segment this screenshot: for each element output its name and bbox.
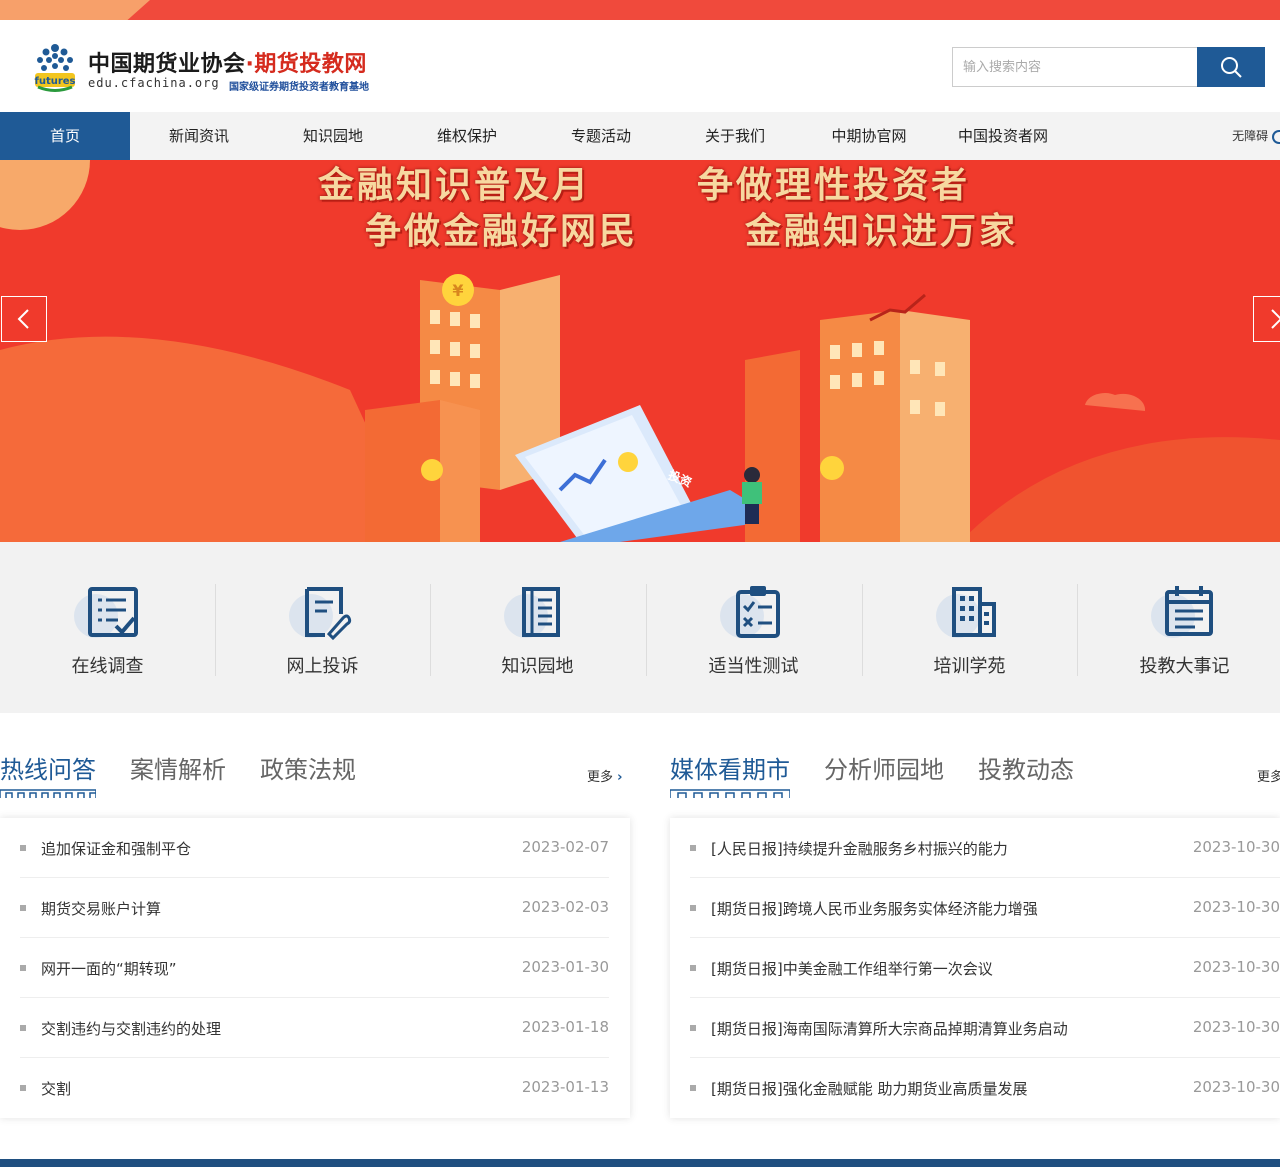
site-header: futures 中国期货业协会·期货投教网 edu.cfachina.org 国… <box>0 20 1280 112</box>
list-item-title[interactable]: 追加保证金和强制平仓 <box>41 838 191 859</box>
list-item-title[interactable]: [人民日报]持续提升金融服务乡村振兴的能力 <box>711 838 1008 859</box>
list-item[interactable]: [期货日报]中美金融工作组举行第一次会议 2023-10-30 <box>690 938 1280 998</box>
top-accent-bar <box>0 0 1280 20</box>
banner-prev-button[interactable] <box>1 296 47 342</box>
service-label: 在线调查 <box>71 656 144 677</box>
list-item-date: 2023-01-30 <box>521 958 609 976</box>
tab-underline-pattern <box>670 789 790 798</box>
checklist-icon <box>719 586 780 638</box>
list-item-date: 2023-10-30 <box>1192 958 1280 976</box>
service-milestones[interactable]: 投教大事记 <box>1077 584 1280 677</box>
list-item[interactable]: [期货日报]跨境人民币业务服务实体经济能力增强 2023-10-30 <box>690 878 1280 938</box>
complaint-icon <box>288 587 351 641</box>
calendar-icon <box>1150 586 1213 638</box>
nav-item-knowledge[interactable]: 知识园地 <box>268 112 398 160</box>
main-nav: 首页 新闻资讯 知识园地 维权保护 专题活动 关于我们 中期协官网 中国投资者网… <box>0 112 1280 160</box>
search-icon <box>1221 57 1242 78</box>
list-item-title[interactable]: [期货日报]跨境人民币业务服务实体经济能力增强 <box>711 898 1038 919</box>
service-label: 知识园地 <box>501 656 574 677</box>
list-item-title[interactable]: 交割 <box>41 1078 71 1099</box>
banner-next-button[interactable] <box>1253 296 1280 342</box>
nav-item-news[interactable]: 新闻资讯 <box>134 112 264 160</box>
book-icon <box>503 587 560 638</box>
list-item-title[interactable]: [期货日报]海南国际清算所大宗商品掉期清算业务启动 <box>711 1018 1068 1039</box>
chevron-left-icon <box>17 309 29 329</box>
tab-case-analysis[interactable]: 案情解析 <box>130 750 226 785</box>
service-knowledge[interactable]: 知识园地 <box>430 584 645 677</box>
list-item-date: 2023-02-07 <box>521 838 609 856</box>
tab-media-view[interactable]: 媒体看期市 <box>670 750 790 785</box>
logo-subtitle: 国家级证券期货投资者教育基地 <box>229 82 369 93</box>
list-item-date: 2023-10-30 <box>1192 838 1280 856</box>
banner-headline-left-2: 争做金融好网民 <box>365 211 639 252</box>
logo-url: edu.cfachina.org <box>88 76 220 90</box>
footer-bar <box>0 1159 1280 1167</box>
logo-mark-icon: futures <box>34 44 76 92</box>
svg-text:¥: ¥ <box>452 281 463 300</box>
list-item-title[interactable]: [期货日报]强化金融赋能 助力期货业高质量发展 <box>711 1078 1027 1099</box>
nav-item-cfa-official[interactable]: 中期协官网 <box>804 112 934 160</box>
tab-policy-law[interactable]: 政策法规 <box>260 750 356 785</box>
search-button[interactable] <box>1197 47 1265 87</box>
list-item-date: 2023-01-13 <box>521 1078 609 1096</box>
search-box <box>952 47 1265 87</box>
chevron-right-icon <box>1271 309 1280 329</box>
list-item[interactable]: 期货交易账户计算 2023-02-03 <box>20 878 609 938</box>
nav-item-activities[interactable]: 专题活动 <box>536 112 666 160</box>
list-item-title[interactable]: 交割违约与交割违约的处理 <box>41 1018 221 1039</box>
list-item[interactable]: 交割违约与交割违约的处理 2023-01-18 <box>20 998 609 1058</box>
service-label: 适当性测试 <box>708 656 799 677</box>
nav-item-investor-net[interactable]: 中国投资者网 <box>938 112 1068 160</box>
banner-illustration: ¥ <box>0 160 1280 542</box>
list-item[interactable]: 追加保证金和强制平仓 2023-02-07 <box>20 818 609 878</box>
service-training[interactable]: 培训学苑 <box>862 584 1077 677</box>
left-section-tabs: 热线问答 案情解析 政策法规 <box>0 750 630 800</box>
left-list-panel: 追加保证金和强制平仓 2023-02-07 期货交易账户计算 2023-02-03 … <box>0 818 630 1118</box>
list-item-title[interactable]: 期货交易账户计算 <box>41 898 161 919</box>
list-item[interactable]: [期货日报]海南国际清算所大宗商品掉期清算业务启动 2023-10-30 <box>690 998 1280 1058</box>
nav-item-rights[interactable]: 维权保护 <box>402 112 532 160</box>
list-item-date: 2023-02-03 <box>521 898 609 916</box>
accessibility-link[interactable]: 无障碍 <box>1232 112 1280 160</box>
list-item-date: 2023-01-18 <box>521 1018 609 1036</box>
tab-underline-pattern <box>0 789 96 798</box>
list-item[interactable]: 网开一面的“期转现” 2023-01-30 <box>20 938 609 998</box>
svg-text:futures: futures <box>34 76 75 87</box>
building-icon <box>935 587 996 638</box>
service-complaint[interactable]: 网上投诉 <box>215 584 430 677</box>
service-survey[interactable]: 在线调查 <box>0 584 215 677</box>
list-item-date: 2023-10-30 <box>1192 1078 1280 1096</box>
list-item-date: 2023-10-30 <box>1192 1018 1280 1036</box>
tab-education-news[interactable]: 投教动态 <box>978 750 1074 785</box>
service-label: 网上投诉 <box>286 656 359 677</box>
site-logo[interactable]: futures 中国期货业协会·期货投教网 edu.cfachina.org 国… <box>32 40 392 96</box>
right-section-tabs: 媒体看期市 分析师园地 投教动态 <box>670 750 1280 800</box>
service-label: 培训学苑 <box>933 656 1006 677</box>
list-item-title[interactable]: [期货日报]中美金融工作组举行第一次会议 <box>711 958 993 979</box>
service-suitability-test[interactable]: 适当性测试 <box>646 584 861 677</box>
banner-headline-right-1: 争做理性投资者 <box>697 165 971 206</box>
list-item[interactable]: [人民日报]持续提升金融服务乡村振兴的能力 2023-10-30 <box>690 818 1280 878</box>
list-item-date: 2023-10-30 <box>1192 898 1280 916</box>
service-label: 投教大事记 <box>1139 656 1230 677</box>
logo-title: 中国期货业协会·期货投教网 <box>88 52 367 77</box>
tab-analyst-corner[interactable]: 分析师园地 <box>824 750 944 785</box>
banner-headline-right-2: 金融知识进万家 <box>745 211 1019 252</box>
list-item-title[interactable]: 网开一面的“期转现” <box>41 958 177 979</box>
hero-banner[interactable]: ¥ 金融知识普及月 争做金融好网民 争做理性投资者 金融知识进万家 投资 <box>0 160 1280 542</box>
service-shortcuts: 在线调查 网上投诉 知识园地 适当性测试 培训学苑 投教大事记 <box>0 542 1280 713</box>
survey-icon <box>73 587 138 638</box>
list-item[interactable]: [期货日报]强化金融赋能 助力期货业高质量发展 2023-10-30 <box>690 1058 1280 1118</box>
nav-item-about[interactable]: 关于我们 <box>670 112 800 160</box>
right-more-link[interactable]: 更多 <box>1257 766 1280 785</box>
right-list-panel: [人民日报]持续提升金融服务乡村振兴的能力 2023-10-30 [期货日报]跨境… <box>670 818 1280 1118</box>
search-input[interactable] <box>952 47 1198 87</box>
list-item[interactable]: 交割 2023-01-13 <box>20 1058 609 1118</box>
banner-headline-left-1: 金融知识普及月 <box>318 165 592 206</box>
left-more-link[interactable]: 更多 › <box>587 766 623 785</box>
nav-item-home[interactable]: 首页 <box>0 112 130 160</box>
tab-hotline-qa[interactable]: 热线问答 <box>0 750 96 785</box>
